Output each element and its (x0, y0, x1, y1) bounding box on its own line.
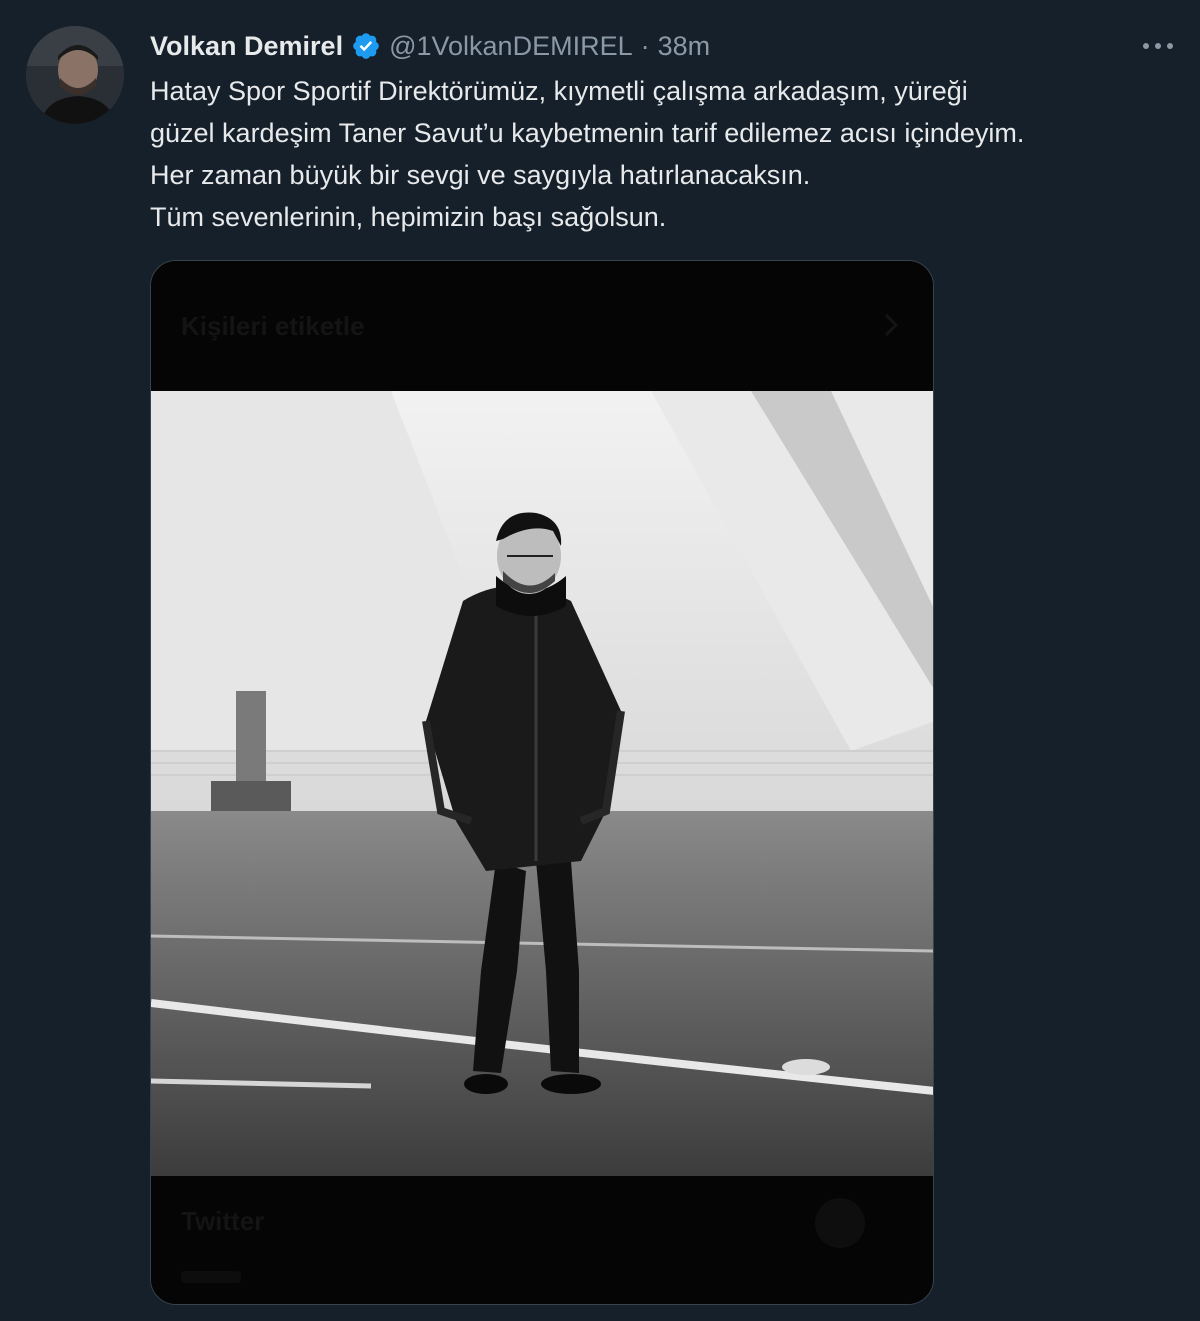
tweet-text: Hatay Spor Sportif Direktörümüz, kıymetl… (150, 70, 1185, 238)
tweet-timestamp[interactable]: 38m (658, 28, 711, 64)
author-handle[interactable]: @1VolkanDEMIREL (389, 28, 633, 64)
tweet-media[interactable]: Kişileri etiketle Twitter (150, 260, 934, 1305)
tweet-text-line: güzel kardeşim Taner Savut’u kaybetmenin… (150, 118, 1025, 148)
avatar[interactable] (26, 26, 124, 124)
avatar-photo (26, 26, 124, 124)
media-bottom-overlay: Twitter (151, 1176, 933, 1304)
tweet-text-line: Hatay Spor Sportif Direktörümüz, kıymetl… (150, 76, 968, 106)
tweet-text-line: Her zaman büyük bir sevgi ve saygıyla ha… (150, 160, 811, 190)
media-photo[interactable] (151, 391, 934, 1176)
separator-dot: · (640, 31, 650, 61)
media-top-overlay: Kişileri etiketle (151, 261, 933, 391)
chevron-right-icon (884, 313, 899, 337)
tweet[interactable]: Volkan Demirel @1VolkanDEMIREL · 38m Hat… (0, 0, 1200, 1321)
media-caption-placeholder (181, 1271, 241, 1283)
tweet-header: Volkan Demirel @1VolkanDEMIREL · 38m (150, 28, 710, 64)
tweet-text-line: Tüm sevenlerinin, hepimizin başı sağolsu… (150, 202, 667, 232)
tag-people-label: Kişileri etiketle (181, 311, 365, 341)
verified-badge-icon[interactable] (351, 31, 381, 61)
more-options-button[interactable] (1138, 28, 1178, 64)
media-source-label: Twitter (181, 1206, 265, 1236)
media-avatar-placeholder (815, 1198, 865, 1248)
more-horizontal-icon (1143, 43, 1173, 49)
author-display-name[interactable]: Volkan Demirel (150, 28, 343, 64)
